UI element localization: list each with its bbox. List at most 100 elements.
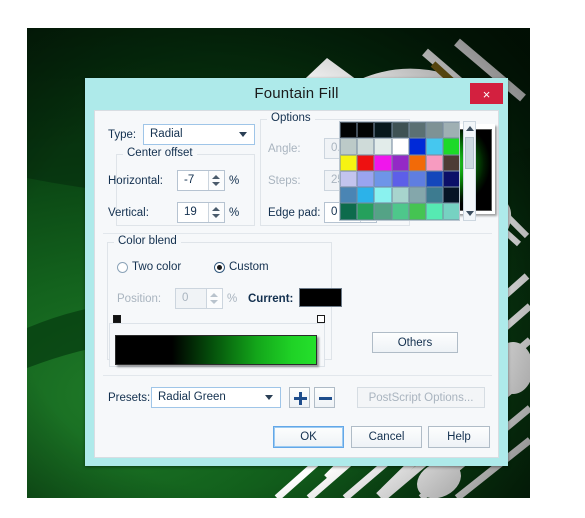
gradient-band[interactable] [115, 335, 317, 365]
dialog-title: Fountain Fill [254, 85, 339, 102]
steps-label: Steps: [268, 175, 301, 187]
close-icon[interactable]: × [470, 83, 503, 104]
palette-swatch-0-1[interactable] [357, 122, 375, 139]
horizontal-label: Horizontal: [108, 175, 163, 187]
palette-swatch-2-1[interactable] [357, 154, 375, 171]
others-button[interactable]: Others [372, 332, 458, 353]
palette-swatch-4-2[interactable] [374, 187, 392, 204]
palette-swatch-0-3[interactable] [391, 122, 409, 139]
horizontal-stepper[interactable]: -7 [177, 170, 225, 191]
color-palette-grid[interactable] [340, 122, 459, 220]
current-color-swatch[interactable] [299, 288, 342, 307]
palette-scrollbar[interactable] [463, 121, 476, 221]
palette-swatch-1-5[interactable] [425, 138, 444, 155]
palette-swatch-2-5[interactable] [425, 154, 444, 171]
horizontal-value: -7 [184, 174, 195, 186]
palette-swatch-5-1[interactable] [357, 203, 375, 220]
palette-swatch-5-3[interactable] [391, 203, 409, 220]
custom-label: Custom [229, 261, 269, 273]
minus-icon[interactable] [314, 387, 335, 408]
chevron-down-icon [239, 132, 247, 137]
dialog-titlebar: Fountain Fill × [85, 78, 508, 110]
help-button[interactable]: Help [428, 426, 490, 448]
presets-label: Presets: [108, 392, 151, 404]
palette-swatch-1-4[interactable] [408, 138, 426, 155]
palette-swatch-0-5[interactable] [425, 122, 444, 139]
angle-label: Angle: [268, 143, 301, 155]
palette-swatch-1-6[interactable] [443, 138, 459, 155]
vertical-value: 19 [184, 206, 197, 218]
palette-swatch-4-4[interactable] [408, 187, 426, 204]
palette-swatch-2-2[interactable] [374, 154, 392, 171]
palette-swatch-2-4[interactable] [408, 154, 426, 171]
radio-dot-two-color [117, 262, 128, 273]
palette-swatch-4-6[interactable] [443, 187, 459, 204]
palette-swatch-1-2[interactable] [374, 138, 392, 155]
postscript-options-button: PostScript Options... [357, 387, 485, 408]
edge-pad-label: Edge pad: [268, 207, 321, 219]
position-spin-arrows [206, 289, 222, 308]
palette-swatch-4-3[interactable] [391, 187, 409, 204]
edge-pad-value: 0 [331, 206, 338, 218]
color-blend-label: Color blend [114, 235, 181, 247]
palette-swatch-5-2[interactable] [374, 203, 392, 220]
palette-swatch-5-0[interactable] [340, 203, 358, 220]
vertical-label: Vertical: [108, 207, 149, 219]
palette-swatch-1-0[interactable] [340, 138, 358, 155]
palette-swatch-3-2[interactable] [374, 170, 392, 188]
presets-select[interactable]: Radial Green [151, 387, 281, 408]
type-label: Type: [108, 129, 137, 141]
palette-swatch-3-1[interactable] [357, 170, 375, 188]
fountain-fill-dialog: Fountain Fill × Type: Radial Center offs… [85, 78, 508, 466]
palette-swatch-3-5[interactable] [425, 170, 444, 188]
type-select[interactable]: Radial [143, 124, 255, 145]
palette-swatch-4-1[interactable] [357, 187, 375, 204]
palette-swatch-0-0[interactable] [340, 122, 358, 139]
type-select-value: Radial [150, 128, 183, 140]
position-stepper: 0 [175, 288, 223, 309]
chevron-down-icon[interactable] [466, 211, 474, 216]
radio-dot-custom [214, 262, 225, 273]
palette-swatch-2-0[interactable] [340, 154, 358, 171]
palette-swatch-0-6[interactable] [443, 122, 459, 139]
palette-swatch-2-6[interactable] [443, 154, 459, 171]
chevron-up-icon[interactable] [466, 126, 474, 131]
palette-swatch-0-4[interactable] [408, 122, 426, 139]
palette-swatch-1-3[interactable] [391, 138, 409, 155]
chevron-down-icon [265, 395, 273, 400]
horizontal-spin-arrows[interactable] [208, 171, 224, 190]
vertical-stepper[interactable]: 19 [177, 202, 225, 223]
palette-swatch-4-0[interactable] [340, 187, 358, 204]
palette-swatch-3-4[interactable] [408, 170, 426, 188]
palette-swatch-5-4[interactable] [408, 203, 426, 220]
two-color-label: Two color [132, 261, 182, 273]
position-label: Position: [117, 293, 162, 305]
options-label: Options [267, 112, 315, 124]
palette-swatch-2-3[interactable] [391, 154, 409, 171]
ok-button[interactable]: OK [273, 426, 344, 448]
vertical-unit: % [229, 207, 240, 219]
palette-swatch-3-3[interactable] [391, 170, 409, 188]
band-marker-right[interactable] [317, 315, 325, 323]
palette-swatch-5-5[interactable] [425, 203, 444, 220]
current-label: Current: [248, 293, 294, 305]
center-offset-label: Center offset [123, 147, 197, 159]
palette-swatch-4-5[interactable] [425, 187, 444, 204]
screenshot-root: Fountain Fill × Type: Radial Center offs… [0, 0, 585, 518]
palette-swatch-5-6[interactable] [443, 203, 459, 220]
palette-swatch-3-0[interactable] [340, 170, 358, 188]
cancel-button[interactable]: Cancel [351, 426, 422, 448]
divider-top [103, 233, 492, 234]
palette-swatch-3-6[interactable] [443, 170, 459, 188]
dialog-body: Type: Radial Center offset Horizontal: -… [94, 110, 499, 458]
vertical-spin-arrows[interactable] [208, 203, 224, 222]
band-marker-left[interactable] [113, 315, 121, 323]
gradient-band-frame [109, 323, 325, 367]
position-unit: % [227, 293, 238, 305]
plus-icon[interactable] [289, 387, 310, 408]
divider-bottom [103, 375, 492, 376]
palette-swatch-1-1[interactable] [357, 138, 375, 155]
palette-swatch-0-2[interactable] [374, 122, 392, 139]
palette-scroll-thumb[interactable] [465, 137, 474, 169]
color-palette[interactable] [339, 121, 460, 221]
